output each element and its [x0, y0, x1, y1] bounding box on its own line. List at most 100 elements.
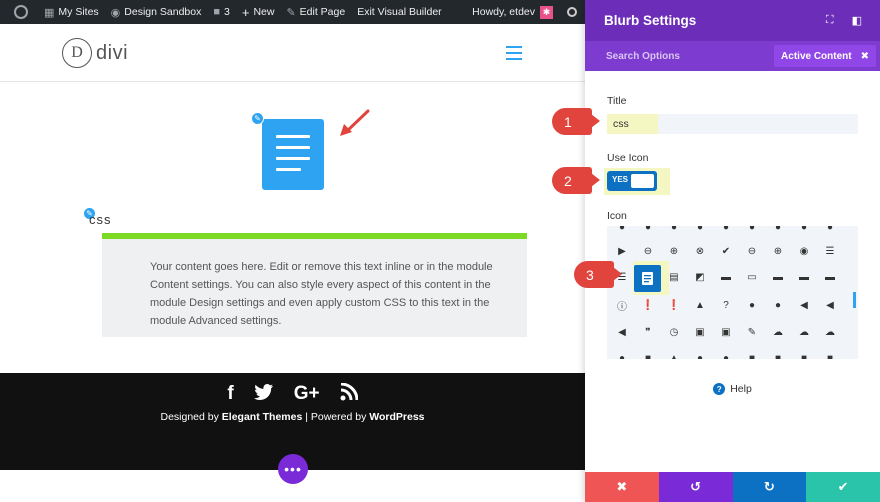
- redo-button[interactable]: ↻: [732, 472, 807, 502]
- search-icon[interactable]: [567, 7, 577, 17]
- plus-circle-icon[interactable]: ⊕: [668, 245, 680, 257]
- play-circle-icon[interactable]: ▶: [616, 245, 628, 257]
- icon-option[interactable]: ●: [772, 226, 784, 233]
- discard-button[interactable]: ✖: [585, 472, 659, 502]
- wp-logo-menu[interactable]: [0, 0, 38, 24]
- new-content-menu[interactable]: + New: [236, 0, 281, 24]
- icon-option[interactable]: ■: [772, 352, 784, 360]
- stop-circle-icon[interactable]: ◉: [798, 245, 810, 257]
- dashboard-icon: ◉: [110, 6, 121, 19]
- logo-text: divi: [96, 41, 129, 64]
- brush-icon[interactable]: ✎: [746, 326, 758, 338]
- facebook-icon[interactable]: f: [227, 383, 233, 407]
- cloud-icon[interactable]: ☁: [772, 326, 784, 338]
- edit-icon-handle[interactable]: ✎: [251, 112, 264, 125]
- use-icon-toggle[interactable]: YES: [607, 171, 657, 191]
- icon-option[interactable]: ●: [694, 226, 706, 233]
- save-button[interactable]: ✔: [806, 472, 880, 502]
- panel-header: Blurb Settings ⛶ ◧: [585, 0, 880, 41]
- google-plus-icon[interactable]: G+: [294, 383, 320, 407]
- alert-circle-icon[interactable]: ❗: [642, 299, 654, 311]
- close-icon: ✖: [616, 479, 628, 494]
- info-icon[interactable]: ⓘ: [616, 299, 628, 313]
- chat-icon[interactable]: ●: [746, 299, 758, 311]
- my-sites-menu[interactable]: ▦ My Sites: [38, 0, 105, 24]
- blurb-content[interactable]: Your content goes here. Edit or remove t…: [102, 233, 527, 337]
- hamburger-menu-icon[interactable]: [506, 46, 522, 64]
- title-input-value: css: [613, 118, 629, 130]
- exit-visual-builder-link[interactable]: Exit Visual Builder: [351, 0, 447, 24]
- search-options-input[interactable]: Search Options: [606, 51, 680, 62]
- document-icon[interactable]: [262, 119, 324, 190]
- unlock-icon[interactable]: ▣: [720, 326, 732, 338]
- comments-menu[interactable]: ■ 3: [207, 0, 236, 24]
- icon-option[interactable]: ■: [824, 352, 836, 360]
- volume-mute-icon[interactable]: ◀: [798, 299, 810, 311]
- blurb-title[interactable]: css: [89, 212, 112, 227]
- volume-high-icon[interactable]: ◀: [616, 326, 628, 338]
- lock-icon[interactable]: ▣: [694, 326, 706, 338]
- folder-icon[interactable]: ▬: [720, 271, 732, 283]
- icon-option[interactable]: ●: [642, 226, 654, 233]
- split-view-icon[interactable]: ◧: [852, 14, 862, 27]
- edit-page-link[interactable]: ✎ Edit Page: [280, 0, 351, 24]
- icon-option[interactable]: ●: [720, 226, 732, 233]
- icon-option[interactable]: ●: [668, 226, 680, 233]
- rss-icon[interactable]: [340, 382, 359, 407]
- icon-option[interactable]: ●: [824, 226, 836, 233]
- folder-open-icon[interactable]: ▭: [746, 271, 758, 283]
- site-header: D divi: [0, 24, 585, 82]
- icon-option[interactable]: ●: [720, 352, 732, 360]
- account-menu[interactable]: Howdy, etdev ✱: [466, 0, 559, 24]
- wordpress-link[interactable]: WordPress: [369, 411, 424, 423]
- image-icon[interactable]: ◩: [694, 271, 706, 283]
- icon-option[interactable]: ●: [616, 226, 628, 233]
- active-content-filter[interactable]: Active Content ✖: [774, 45, 876, 67]
- twitter-icon[interactable]: [253, 383, 274, 407]
- minus-circle-icon[interactable]: ⊖: [642, 245, 654, 257]
- chat-alt-icon[interactable]: ●: [772, 299, 784, 311]
- icon-picker-grid[interactable]: ● ● ● ● ● ● ● ● ● ▶ ⊖ ⊕ ⊗ ✔ ⊖ ⊕ ◉ ☰ ☰ ▤ …: [607, 226, 858, 359]
- zoom-out-icon[interactable]: ⊖: [746, 245, 758, 257]
- icon-option[interactable]: ▲: [668, 352, 680, 360]
- builder-options-button[interactable]: •••: [278, 454, 308, 484]
- cloud-download-icon[interactable]: ☁: [824, 326, 836, 338]
- elegant-themes-link[interactable]: Elegant Themes: [222, 411, 303, 423]
- folder-download-icon[interactable]: ▬: [824, 271, 836, 283]
- folder-upload-icon[interactable]: ▬: [798, 271, 810, 283]
- icon-option[interactable]: ■: [642, 352, 654, 360]
- icon-option[interactable]: ■: [798, 352, 810, 360]
- alert-octagon-icon[interactable]: ❗: [668, 299, 680, 311]
- warning-icon[interactable]: ▲: [694, 299, 706, 311]
- close-icon[interactable]: ✖: [861, 51, 869, 62]
- icon-option[interactable]: ■: [746, 352, 758, 360]
- check-circle-icon[interactable]: ✔: [720, 245, 732, 257]
- document-alt-icon[interactable]: ▤: [668, 271, 680, 283]
- document-icon-selected[interactable]: [634, 265, 661, 292]
- volume-low-icon[interactable]: ◀: [824, 299, 836, 311]
- footer-credits: Designed by Elegant Themes | Powered by …: [0, 411, 585, 423]
- title-input[interactable]: css: [607, 114, 858, 134]
- more-icon: •••: [284, 461, 302, 477]
- expand-icon[interactable]: ⛶: [826, 14, 834, 27]
- quote-icon[interactable]: ❞: [642, 326, 654, 338]
- icon-option[interactable]: ●: [694, 352, 706, 360]
- icon-option[interactable]: ●: [746, 226, 758, 233]
- question-icon[interactable]: ?: [720, 299, 732, 311]
- icon-option[interactable]: ●: [616, 352, 628, 360]
- icon-grid-scrollbar[interactable]: [853, 292, 856, 308]
- icon-option[interactable]: ●: [798, 226, 810, 233]
- x-circle-icon[interactable]: ⊗: [694, 245, 706, 257]
- undo-button[interactable]: ↺: [658, 472, 733, 502]
- folder-add-icon[interactable]: ▬: [772, 271, 784, 283]
- avatar: ✱: [540, 5, 553, 19]
- site-name-menu[interactable]: ◉ Design Sandbox: [105, 0, 208, 24]
- panel-search-bar[interactable]: Search Options Active Content ✖: [585, 41, 880, 71]
- help-link[interactable]: ? Help: [585, 383, 880, 395]
- site-logo[interactable]: D divi: [62, 38, 128, 68]
- zoom-in-icon[interactable]: ⊕: [772, 245, 784, 257]
- list-icon[interactable]: ☰: [824, 245, 836, 257]
- cloud-upload-icon[interactable]: ☁: [798, 326, 810, 338]
- help-label: Help: [730, 383, 752, 395]
- clock-icon[interactable]: ◷: [668, 326, 680, 338]
